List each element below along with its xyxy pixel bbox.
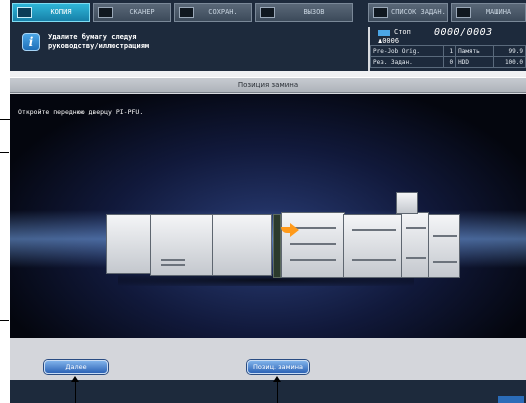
open-front-door [273,214,281,278]
status-label: Pre-Job Orig. [370,45,444,57]
status-label: Рез. Задан. [370,56,444,68]
guidance-message-line2: руководству/иллюстрациям [48,42,150,50]
status-panel: Стоп 0000/0003 ♟0006 Pre-Job Orig. 1 Пам… [370,27,526,71]
jam-arrow-head [290,223,299,237]
recall-icon [260,7,275,18]
touch-screen: КОПИЯ СКАНЕР СОХРАН. ВЫЗОВ СПИСОК ЗАДАН.… [10,0,526,403]
status-row: Pre-Job Orig. 1 Память 99.9 [370,45,526,57]
callout-line-next [75,380,76,403]
job-counter: 0000/0003 [434,27,493,38]
machine-unit [212,214,272,276]
info-icon: i [22,33,40,51]
copy-icon [17,7,32,18]
tab-store-label: СОХРАН. [208,8,238,16]
message-area: i Удалите бумагу следуя руководству/иллю… [10,27,368,71]
tab-scanner-label: СКАНЕР [129,8,155,16]
machine-unit [106,214,152,274]
tab-recall[interactable]: ВЫЗОВ [255,3,353,22]
machine-unit [343,214,403,278]
guidance-message: Удалите бумагу следуя руководству/иллюст… [48,33,149,51]
job-list-icon [373,7,388,18]
footer-indicator [498,396,524,403]
next-button[interactable]: Далее [44,360,108,374]
pi-pfu-unit [281,212,345,278]
mode-tab-bar: КОПИЯ СКАНЕР СОХРАН. ВЫЗОВ СПИСОК ЗАДАН.… [10,0,526,27]
tab-copy[interactable]: КОПИЯ [12,3,90,22]
store-icon [179,7,194,18]
callout-tick-top [0,152,9,153]
callout-arrow-jam [273,376,281,382]
status-value: 99.9 [492,45,526,57]
callout-line-jam [277,380,278,403]
user-code-value: 0006 [382,37,400,45]
tab-store[interactable]: СОХРАН. [174,3,252,22]
status-value: 0 [442,56,457,68]
tab-job-list[interactable]: СПИСОК ЗАДАН. [368,3,448,22]
tab-machine-label: МАШИНА [485,8,512,16]
jam-position-button[interactable]: Позиц. замина [247,360,309,374]
callout-arrow-next [71,376,79,382]
tab-job-list-label: СПИСОК ЗАДАН. [391,8,445,16]
tab-scanner[interactable]: СКАНЕР [93,3,171,22]
machine-state: Стоп [394,28,411,36]
tab-copy-label: КОПИЯ [50,8,72,16]
callout-tick-bottom [0,320,9,321]
status-value: 100.0 [492,56,526,68]
user-code: ♟0006 [378,37,399,45]
machine-icon [456,7,471,18]
instruction-text: Откройте переднюю дверцу PI-PFU. [18,108,144,116]
status-value: 1 [442,45,457,57]
machine-unit [428,214,460,278]
button-area: Далее Позиц. замина [10,338,526,380]
status-label: HDD [455,56,494,68]
machine-unit [401,212,429,278]
scanner-icon [98,7,113,18]
status-row: Рез. Задан. 0 HDD 100.0 [370,56,526,68]
guidance-message-line1: Удалите бумагу следуя [48,33,137,41]
screen-title: Позиция замина [10,77,526,93]
jam-illustration-panel: Откройте переднюю дверцу PI-PFU. [10,94,526,338]
machine-unit [396,192,418,214]
status-label: Память [455,45,494,57]
tab-machine[interactable]: МАШИНА [451,3,526,22]
status-table: Pre-Job Orig. 1 Память 99.9 Рез. Задан. … [370,45,526,68]
tab-recall-label: ВЫЗОВ [303,8,325,16]
footer-bar [10,380,526,403]
printer-status-icon [378,30,390,36]
machine-unit [150,214,214,276]
